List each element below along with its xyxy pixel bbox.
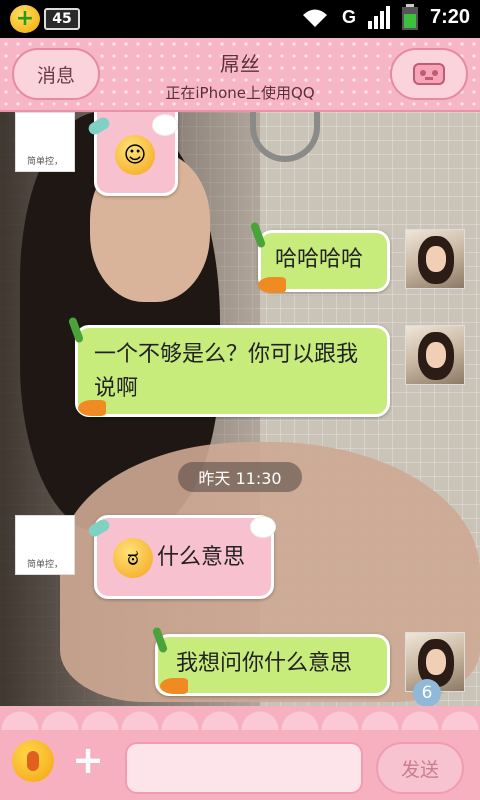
avatar-face [426,246,446,272]
chat-header: 消息 屌丝 正在iPhone上使用QQ [0,38,480,112]
bunny-decoration-icon [152,114,178,136]
battery-icon [401,4,418,30]
microphone-icon [27,751,39,771]
carrot-decoration-icon [160,678,188,694]
voice-input-button[interactable] [12,740,54,782]
background-pipe [250,112,320,162]
bunny-decoration-icon [250,516,276,538]
signal-icon [367,6,390,29]
contact-avatar[interactable]: 简单控， [15,515,75,575]
blush-emoji-icon: ☺ [115,135,155,175]
wifi-icon [302,9,327,27]
app-badge: 45 [44,8,80,30]
avatar-face [426,342,446,368]
message-bubble-received[interactable]: ಠ 什么意思 [94,515,274,599]
clock: 7:20 [429,5,470,28]
chat-area[interactable]: 简单控， ☺ 哈哈哈哈 一个不够是么？你可以跟我说啊 昨天 11:30 简单控，… [0,112,480,720]
input-bar-cloud-edge [0,706,480,730]
qq-security-icon: + [10,5,40,33]
carrot-decoration-icon [78,400,106,416]
avatar-caption: 简单控， [26,560,63,570]
my-avatar[interactable] [405,325,465,385]
message-text: 一个不够是么？你可以跟我说啊 [94,342,359,401]
message-timestamp: 昨天 11:30 [178,462,302,492]
message-text: 哈哈哈哈 [275,247,364,272]
status-left: + 45 [10,5,80,33]
angry-emoji-icon: ಠ [113,538,153,578]
status-bar: + 45 G 7:20 [0,0,480,38]
contact-menu-button[interactable] [390,48,468,100]
add-attachment-button[interactable]: + [70,741,106,779]
contact-avatar[interactable]: 简单控， [15,112,75,172]
status-right: G 7:20 [300,4,470,30]
message-text: 我想问你什么意思 [176,651,353,676]
avatar-face [426,649,446,675]
message-bubble-sent[interactable]: 一个不够是么？你可以跟我说啊 [75,325,390,417]
my-avatar[interactable] [405,229,465,289]
contact-status: 正在iPhone上使用QQ [165,84,315,102]
unread-count-badge[interactable]: 6 [413,679,441,707]
send-button[interactable]: 发送 [376,742,464,794]
back-to-messages-button[interactable]: 消息 [12,48,100,100]
carrot-decoration-icon [258,277,286,293]
contact-name: 屌丝 [220,52,260,76]
network-type: G [341,6,356,27]
message-input[interactable] [125,742,363,794]
input-bar: + 发送 [0,706,480,800]
profile-icon [413,63,445,85]
message-bubble-sent[interactable]: 我想问你什么意思 [155,634,390,696]
message-text: 什么意思 [157,545,246,570]
avatar-caption: 简单控， [26,157,63,167]
